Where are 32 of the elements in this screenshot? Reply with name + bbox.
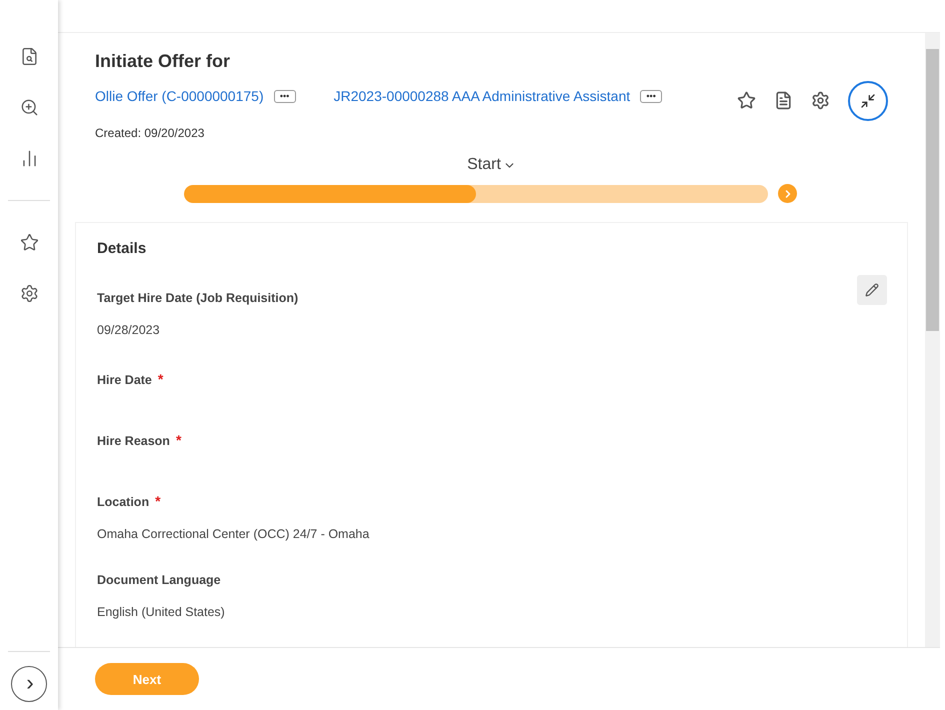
scrollbar[interactable]	[925, 33, 940, 647]
page-title: Initiate Offer for	[95, 51, 232, 72]
created-date: Created: 09/20/2023	[95, 126, 206, 140]
profile-search-icon[interactable]	[20, 47, 38, 66]
required-mark: *	[158, 371, 164, 387]
required-mark: *	[176, 432, 182, 448]
record-link[interactable]: Ollie Offer (C-0000000175)	[95, 88, 264, 104]
favorite-button[interactable]	[737, 91, 756, 110]
star-icon[interactable]	[20, 233, 38, 252]
step-dropdown[interactable]: Start	[467, 156, 516, 174]
field-label: Location *	[97, 493, 162, 509]
section-title: Details	[97, 240, 148, 257]
zoom-icon[interactable]	[20, 98, 38, 117]
settings-icon[interactable]	[20, 284, 38, 303]
more-button[interactable]: •••	[274, 90, 296, 102]
settings-button[interactable]	[811, 91, 830, 110]
expand-button[interactable]: ›	[11, 666, 47, 702]
field-label: Hire Date *	[97, 371, 164, 387]
field-label: Document Language	[97, 573, 222, 587]
pdf-button[interactable]	[774, 91, 793, 110]
field-label: Hire Reason *	[97, 432, 182, 448]
field-value: Omaha Correctional Center (OCC) 24/7 - Omaha	[97, 527, 370, 541]
record-link[interactable]: JR2023-00000288 AAA Administrative Assistant	[334, 88, 630, 104]
collapse-button[interactable]	[848, 80, 888, 120]
field-value: 09/28/2023	[97, 323, 161, 337]
field-label: Target Hire Date (Job Requisition)	[97, 291, 300, 305]
collapse-icon	[860, 92, 876, 108]
required-mark: *	[155, 493, 161, 509]
field-value: English (United States)	[97, 605, 226, 619]
more-button[interactable]: •••	[640, 90, 662, 102]
pencil-icon	[865, 283, 879, 297]
edit-button[interactable]	[857, 275, 887, 305]
